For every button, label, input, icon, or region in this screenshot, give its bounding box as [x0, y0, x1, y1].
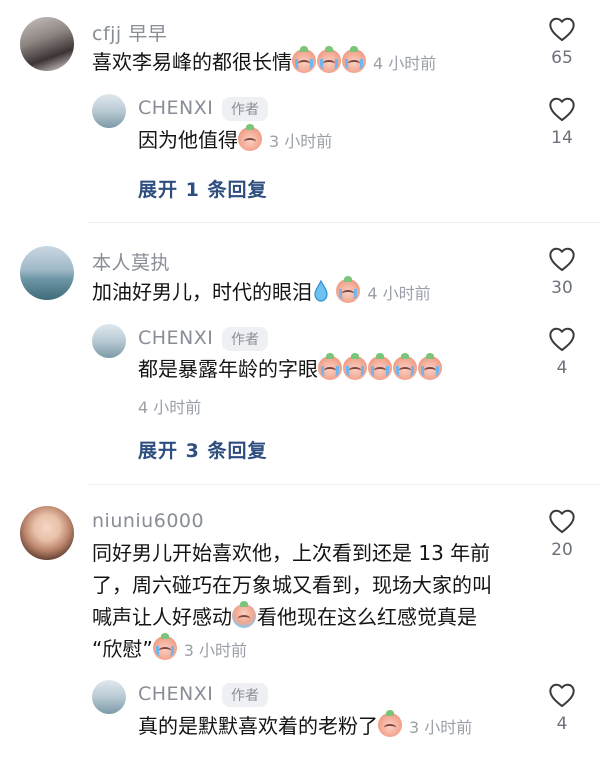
- crying-peach-emoji-icon: [368, 353, 392, 380]
- divider: [88, 222, 600, 223]
- comment-text-content: 加油好男儿，时代的眼泪: [92, 280, 312, 304]
- comment-time: 4 小时前: [373, 54, 437, 73]
- heart-outline-icon: [549, 97, 575, 122]
- crying-peach-emoji-icon: [336, 276, 361, 303]
- comment-text-line: “欣慰” 3 小时前: [92, 633, 512, 667]
- comment-time: 4 小时前: [367, 284, 431, 303]
- like-button[interactable]: 20: [539, 508, 585, 560]
- reply-text: 因为他值得 3 小时前: [138, 124, 332, 158]
- comment-text-line: 喊声让人好感动 看他现在这么红感觉真是: [92, 601, 512, 633]
- crying-peach-emoji-icon: [152, 633, 177, 660]
- like-count: 30: [551, 278, 573, 298]
- avatar[interactable]: [20, 17, 74, 71]
- like-count: 4: [556, 358, 568, 378]
- heart-outline-icon: [549, 683, 575, 708]
- comment-text-line: 了，周六碰巧在万象城又看到，现场大家的叫: [92, 573, 492, 597]
- author-badge: 作者: [222, 327, 268, 351]
- comment-username[interactable]: cfjj 早早: [92, 19, 167, 46]
- avatar[interactable]: [20, 246, 74, 300]
- reply-text: 真的是默默喜欢着的老粉了 3 小时前: [138, 710, 472, 744]
- avatar[interactable]: [92, 94, 126, 128]
- avatar[interactable]: [20, 506, 74, 560]
- reply-text-content: 都是暴露年龄的字眼: [138, 357, 318, 381]
- droplet-icon: [314, 279, 328, 302]
- reply-username[interactable]: CHENXI: [138, 97, 213, 119]
- author-badge: 作者: [222, 683, 268, 707]
- like-count: 4: [556, 714, 568, 734]
- reply-time: 3 小时前: [409, 718, 473, 737]
- expand-replies-link[interactable]: 展开 3 条回复: [138, 436, 267, 463]
- like-button[interactable]: 4: [539, 682, 585, 734]
- divider: [88, 484, 600, 485]
- reply-text-content: 因为他值得: [138, 128, 238, 152]
- crying-peach-emoji-icon: [317, 46, 341, 73]
- heart-outline-icon: [549, 247, 575, 272]
- like-count: 65: [551, 48, 573, 68]
- crying-peach-emoji-icon: [238, 124, 262, 151]
- heart-outline-icon: [549, 327, 575, 352]
- reply-username[interactable]: CHENXI: [138, 683, 213, 705]
- like-button[interactable]: 14: [539, 96, 585, 148]
- crying-peach-emoji-icon: [292, 46, 316, 73]
- crying-peach-emoji-icon: [318, 353, 342, 380]
- comment-text: 喜欢李易峰的都很长情 4 小时前: [92, 46, 436, 80]
- comment-text-content: 喜欢李易峰的都很长情: [92, 50, 292, 74]
- comment-time: 3 小时前: [183, 641, 248, 660]
- comment-text-line: 同好男儿开始喜欢他，上次看到还是 13 年前: [92, 541, 491, 565]
- reply-time: 3 小时前: [269, 132, 333, 151]
- crying-peach-emoji-icon: [378, 710, 402, 737]
- comment-text-segment: 喊声让人好感动: [92, 605, 232, 629]
- crying-peach-emoji-icon: [232, 601, 256, 628]
- author-badge: 作者: [222, 97, 268, 121]
- comment-text-segment: “欣慰”: [92, 637, 153, 661]
- comment-username[interactable]: niuniu6000: [92, 510, 204, 532]
- like-button[interactable]: 65: [539, 16, 585, 68]
- reply-text-content: 真的是默默喜欢着的老粉了: [138, 714, 378, 738]
- reply-time: 4 小时前: [138, 398, 202, 417]
- crying-peach-emoji-icon: [343, 353, 367, 380]
- reply-text: 都是暴露年龄的字眼: [138, 353, 443, 385]
- comment-username[interactable]: 本人莫执: [92, 248, 170, 275]
- like-button[interactable]: 30: [539, 246, 585, 298]
- like-button[interactable]: 4: [539, 326, 585, 378]
- comment-text: 同好男儿开始喜欢他，上次看到还是 13 年前 了，周六碰巧在万象城又看到，现场大…: [92, 537, 512, 667]
- heart-outline-icon: [549, 17, 575, 42]
- like-count: 14: [551, 128, 573, 148]
- reply-username[interactable]: CHENXI: [138, 327, 213, 349]
- expand-replies-link[interactable]: 展开 1 条回复: [138, 175, 267, 202]
- crying-peach-emoji-icon: [342, 46, 366, 73]
- heart-outline-icon: [549, 509, 575, 534]
- crying-peach-emoji-icon: [393, 353, 417, 380]
- avatar[interactable]: [92, 324, 126, 358]
- crying-peach-emoji-icon: [418, 353, 442, 380]
- like-count: 20: [551, 540, 573, 560]
- comment-text: 加油好男儿，时代的眼泪 4 小时前: [92, 276, 431, 310]
- comment-text-segment: 看他现在这么红感觉真是: [257, 605, 477, 629]
- avatar[interactable]: [92, 680, 126, 714]
